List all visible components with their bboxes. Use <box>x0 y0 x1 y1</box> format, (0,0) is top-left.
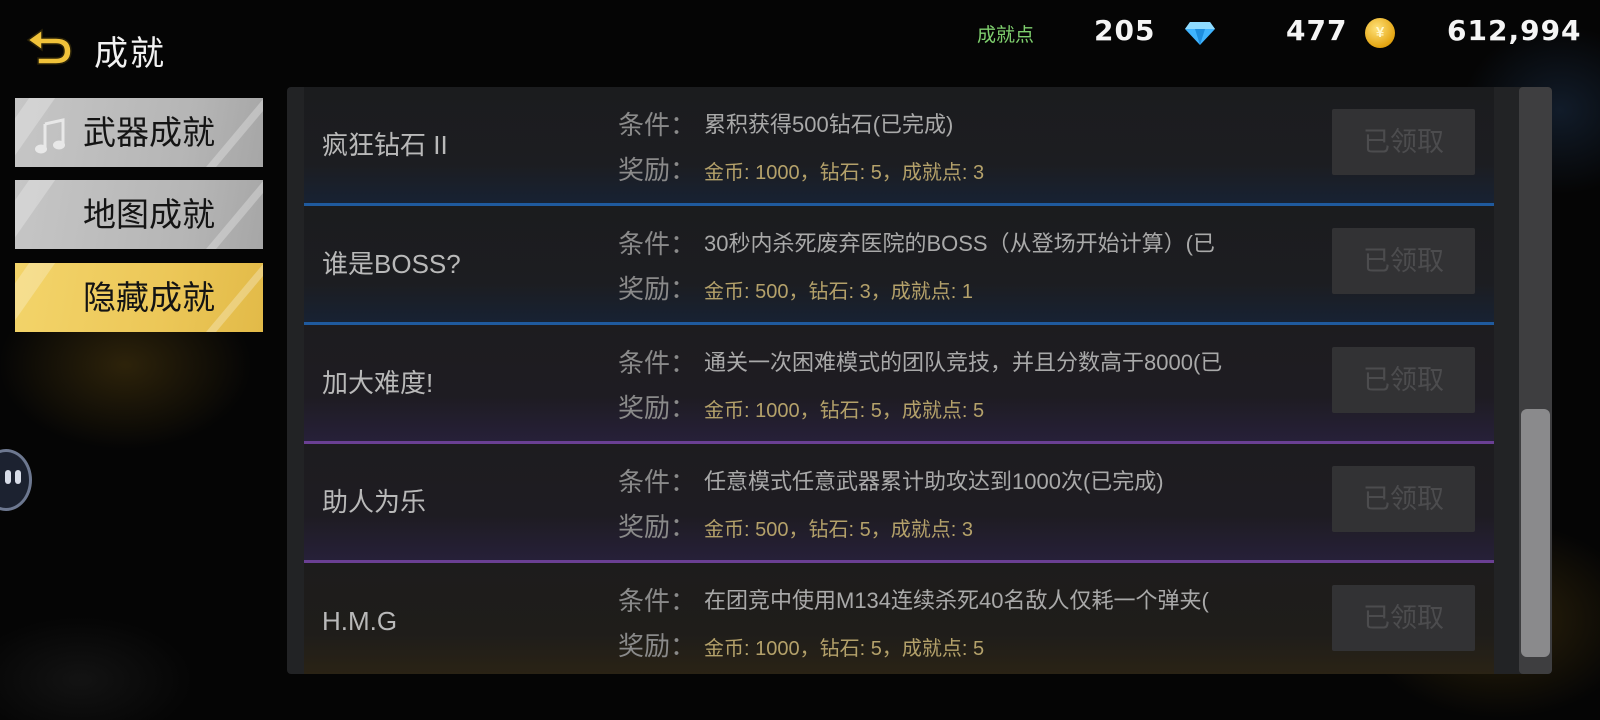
reward-label: 奖励： <box>618 393 697 423</box>
achievement-name: 谁是BOSS? <box>322 249 461 279</box>
eye-icon <box>5 470 11 484</box>
reward-text: 金币: 500，钻石: 3，成就点: 1 <box>704 281 973 303</box>
page-title: 成就 <box>94 35 166 73</box>
tab-weapon-achievements[interactable]: 武器成就 <box>15 98 263 167</box>
floating-assistant-button[interactable] <box>0 449 32 511</box>
reward-label: 奖励： <box>618 155 697 185</box>
tab-hidden-achievements[interactable]: 隐藏成就 <box>15 263 263 332</box>
tab-label: 隐藏成就 <box>83 279 215 316</box>
reward-text: 金币: 500，钻石: 5，成就点: 3 <box>704 519 973 541</box>
reward-label: 奖励： <box>618 512 697 542</box>
reward-label: 奖励： <box>618 631 697 661</box>
achievement-row: 助人为乐 条件： 任意模式任意武器累计助攻达到1000次(已完成) 奖励： 金币… <box>304 444 1494 563</box>
achievement-name: 助人为乐 <box>322 487 427 517</box>
achievement-name: 疯狂钻石 II <box>322 130 448 160</box>
tab-label: 地图成就 <box>83 196 215 233</box>
condition-text: 累积获得500钻石(已完成) <box>704 112 954 137</box>
back-arrow-icon <box>26 28 72 65</box>
diamond-value: 477 <box>1286 14 1348 47</box>
scrollbar-thumb[interactable] <box>1521 409 1550 657</box>
condition-text: 在团竞中使用M134连续杀死40名敌人仅耗一个弹夹( <box>704 588 1209 613</box>
claimed-button[interactable]: 已领取 <box>1332 109 1475 175</box>
achievement-list[interactable]: 疯狂钻石 II 条件： 累积获得500钻石(已完成) 奖励： 金币: 1000，… <box>304 87 1494 674</box>
condition-label: 条件： <box>618 110 697 140</box>
tab-label: 武器成就 <box>83 114 215 151</box>
scrollbar-track[interactable] <box>1519 87 1552 674</box>
condition-label: 条件： <box>618 348 697 378</box>
reward-text: 金币: 1000，钻石: 5，成就点: 5 <box>704 638 985 660</box>
achievement-panel: 疯狂钻石 II 条件： 累积获得500钻石(已完成) 奖励： 金币: 1000，… <box>287 87 1552 674</box>
claimed-button[interactable]: 已领取 <box>1332 585 1475 651</box>
tab-map-achievements[interactable]: 地图成就 <box>15 180 263 249</box>
condition-label: 条件： <box>618 586 697 616</box>
achievement-points-label: 成就点 <box>977 25 1035 46</box>
music-note-icon <box>35 118 65 154</box>
condition-text: 任意模式任意武器累计助攻达到1000次(已完成) <box>704 469 1164 494</box>
condition-text: 通关一次困难模式的团队竞技，并且分数高于8000(已 <box>704 350 1223 375</box>
achievement-row: 疯狂钻石 II 条件： 累积获得500钻石(已完成) 奖励： 金币: 1000，… <box>304 87 1494 206</box>
reward-text: 金币: 1000，钻石: 5，成就点: 5 <box>704 400 985 422</box>
reward-label: 奖励： <box>618 274 697 304</box>
condition-label: 条件： <box>618 467 697 497</box>
eye-icon <box>15 470 21 484</box>
condition-text: 30秒内杀死废弃医院的BOSS（从登场开始计算）(已 <box>704 231 1215 256</box>
reward-text: 金币: 1000，钻石: 5，成就点: 3 <box>704 162 985 184</box>
achievement-name: H.M.G <box>322 606 398 636</box>
claimed-button[interactable]: 已领取 <box>1332 466 1475 532</box>
back-button[interactable] <box>24 26 78 66</box>
claimed-button[interactable]: 已领取 <box>1332 347 1475 413</box>
gold-coin-icon: ¥ <box>1365 18 1395 48</box>
condition-label: 条件： <box>618 229 697 259</box>
diamond-icon <box>1185 22 1215 45</box>
gold-value: 612,994 <box>1447 14 1582 47</box>
achievement-row: 谁是BOSS? 条件： 30秒内杀死废弃医院的BOSS（从登场开始计算）(已 奖… <box>304 206 1494 325</box>
achievement-row: H.M.G 条件： 在团竞中使用M134连续杀死40名敌人仅耗一个弹夹( 奖励：… <box>304 563 1494 674</box>
achievement-name: 加大难度! <box>322 368 434 398</box>
claimed-button[interactable]: 已领取 <box>1332 228 1475 294</box>
achievement-points-value: 205 <box>1094 14 1156 47</box>
achievement-row: 加大难度! 条件： 通关一次困难模式的团队竞技，并且分数高于8000(已 奖励：… <box>304 325 1494 444</box>
